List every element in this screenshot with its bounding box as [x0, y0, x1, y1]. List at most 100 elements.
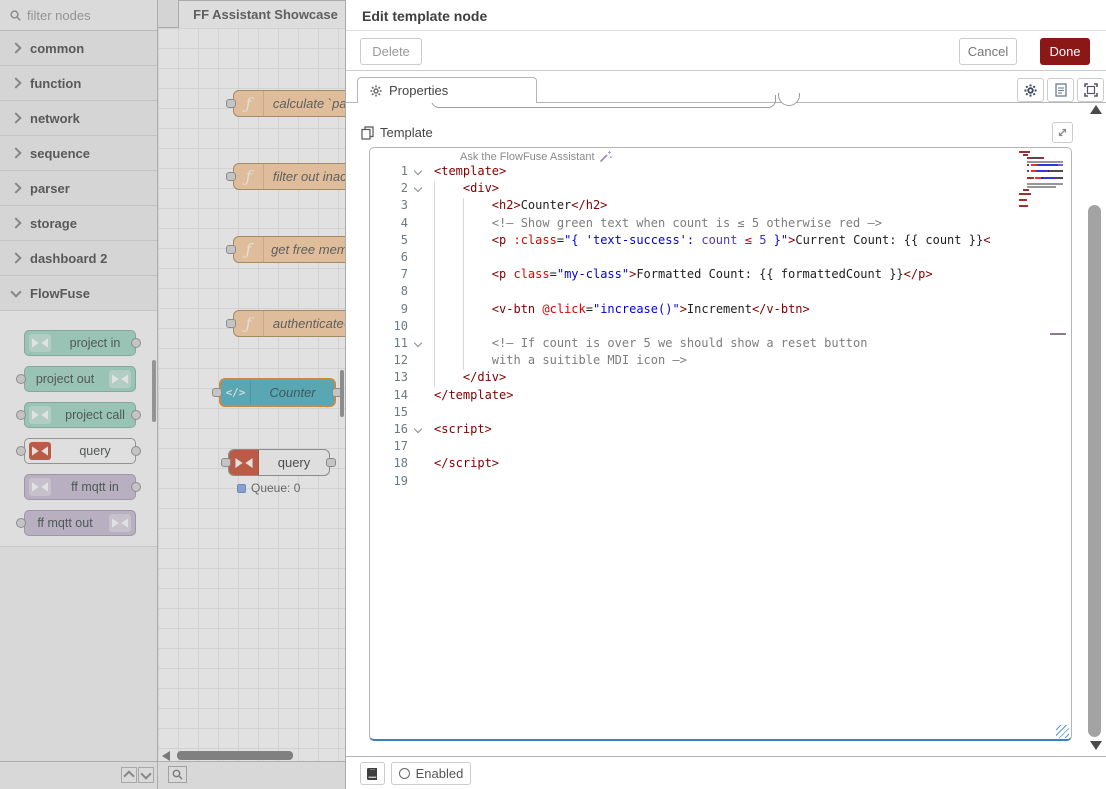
- palette-category-FlowFuse[interactable]: FlowFuse: [0, 276, 157, 311]
- workspace-vertical-scrollbar[interactable]: [340, 370, 344, 417]
- palette-category-common[interactable]: common: [0, 31, 157, 66]
- dialog-scrollbar[interactable]: [1088, 205, 1101, 737]
- node-input-port[interactable]: [16, 410, 26, 420]
- code-text: <!— If count is over 5 we should show a …: [434, 335, 867, 352]
- flow-tab[interactable]: FF Assistant Showcase: [178, 0, 345, 28]
- fold-chevron-icon[interactable]: [414, 339, 422, 347]
- palette-expand-all-button[interactable]: [138, 767, 154, 783]
- editor-expand-button[interactable]: [1052, 122, 1073, 143]
- line-number: 8: [370, 283, 408, 300]
- line-number: 10: [370, 318, 408, 335]
- node-input-port[interactable]: [226, 172, 236, 181]
- fold-chevron-icon[interactable]: [414, 425, 422, 433]
- node-output-port[interactable]: [131, 338, 141, 348]
- zoom-search-button[interactable]: [168, 766, 187, 783]
- flow-node-calculate-pay[interactable]: ƒcalculate `pay: [233, 90, 345, 117]
- node-input-port[interactable]: [16, 374, 26, 384]
- node-input-port[interactable]: [212, 388, 222, 397]
- node-output-port[interactable]: [131, 482, 141, 492]
- palette-category-sequence[interactable]: sequence: [0, 136, 157, 171]
- node-input-port[interactable]: [226, 245, 236, 254]
- delete-button[interactable]: Delete: [360, 38, 422, 65]
- palette-categories: common function networksequence parser stora…: [0, 31, 157, 311]
- node-label: query: [259, 455, 329, 470]
- node-output-port[interactable]: [326, 458, 336, 467]
- line-number: 4: [370, 215, 408, 232]
- palette-filter-input[interactable]: filter nodes: [0, 0, 157, 31]
- palette-category-function[interactable]: function: [0, 66, 157, 101]
- palette-category-parser[interactable]: parser: [0, 171, 157, 206]
- chevron-right-icon: [10, 217, 21, 228]
- palette-category-label: function: [30, 76, 81, 91]
- line-number: 9: [370, 301, 408, 318]
- palette-footer: [0, 761, 157, 789]
- editor-minimap[interactable]: [1019, 151, 1063, 213]
- code-line: 10: [370, 318, 1071, 335]
- palette-scrollbar[interactable]: [152, 360, 156, 422]
- tab-properties[interactable]: Properties: [357, 77, 537, 103]
- status-text: Queue: 0: [251, 481, 300, 495]
- code-text: <!— Show green text when count is ≤ 5 ot…: [434, 215, 882, 232]
- flow-node-filter-out-inacti[interactable]: ƒfilter out inacti: [233, 163, 345, 190]
- palette-node-ff-mqtt-out[interactable]: ff mqtt out: [24, 510, 136, 536]
- workspace-scroll-left-arrow[interactable]: [162, 751, 170, 761]
- code-line: 1<template>: [370, 163, 1071, 180]
- done-button[interactable]: Done: [1040, 38, 1090, 65]
- scrolled-form-toggle-remnant: [778, 93, 802, 108]
- palette-category-label: dashboard 2: [30, 251, 107, 266]
- dialog-scroll-down-arrow[interactable]: [1090, 741, 1102, 750]
- gear-icon: [370, 85, 382, 97]
- palette-category-label: common: [30, 41, 84, 56]
- node-appearance-button[interactable]: [1077, 78, 1104, 102]
- flow-node-get-free-memo[interactable]: ƒget free memo: [233, 236, 345, 263]
- node-output-port[interactable]: [131, 446, 141, 456]
- palette-collapse-all-button[interactable]: [121, 767, 137, 783]
- node-input-port[interactable]: [16, 518, 26, 528]
- flow-workspace[interactable]: FF Assistant Showcase ƒcalculate `pay ƒfi…: [158, 0, 345, 789]
- node-properties-button[interactable]: [1017, 78, 1044, 102]
- node-input-port[interactable]: [221, 458, 231, 467]
- flowfuse-logo-icon: [229, 450, 259, 475]
- line-number: 15: [370, 404, 408, 421]
- flowfuse-assistant-prompt[interactable]: Ask the FlowFuse Assistant: [460, 150, 612, 163]
- node-input-port[interactable]: [226, 319, 236, 328]
- editor-resize-handle[interactable]: [1056, 725, 1069, 738]
- palette-node-project-in[interactable]: project in: [24, 330, 136, 356]
- code-line: 7 <p class="my-class">Formatted Count: {…: [370, 266, 1071, 283]
- dialog-scroll-up-arrow[interactable]: [1090, 105, 1102, 114]
- flow-node-authenticateu[interactable]: ƒauthenticateU: [233, 310, 345, 337]
- palette-category-label: parser: [30, 181, 70, 196]
- palette-category-network[interactable]: network: [0, 101, 157, 136]
- overview-ruler-marker: [1050, 333, 1066, 335]
- fold-chevron-icon[interactable]: [414, 167, 422, 175]
- editor-background: filter nodes common function networksequen…: [0, 0, 345, 789]
- palette-category-storage[interactable]: storage: [0, 206, 157, 241]
- code-line: 8: [370, 283, 1071, 300]
- palette-category-dashboard-2[interactable]: dashboard 2: [0, 241, 157, 276]
- node-input-port[interactable]: [16, 446, 26, 456]
- template-code-editor[interactable]: Ask the FlowFuse Assistant 1<template>2 …: [369, 147, 1072, 741]
- flow-node-counter[interactable]: </>Counter: [219, 378, 336, 407]
- workspace-tab-bar: FF Assistant Showcase: [158, 0, 345, 28]
- line-number: 7: [370, 266, 408, 283]
- palette-node-label: query: [55, 444, 135, 458]
- palette-node-project-call[interactable]: project call: [24, 402, 136, 428]
- node-description-button[interactable]: [1047, 78, 1074, 102]
- line-number: 6: [370, 249, 408, 266]
- dialog-title: Edit template node: [362, 8, 487, 24]
- palette-node-ff-mqtt-in[interactable]: ff mqtt in: [24, 474, 136, 500]
- enabled-toggle-button[interactable]: Enabled: [391, 762, 471, 785]
- code-text: <template>: [434, 163, 506, 180]
- expand-arrow-icon: [1057, 127, 1068, 138]
- palette-node-query[interactable]: query: [24, 438, 136, 464]
- code-text: with a suitible MDI icon —>: [434, 352, 687, 369]
- node-output-port[interactable]: [131, 410, 141, 420]
- workspace-horizontal-scrollbar[interactable]: [177, 751, 293, 760]
- cancel-button[interactable]: Cancel: [959, 38, 1017, 65]
- fold-chevron-icon[interactable]: [414, 184, 422, 192]
- code-line: 18</script>: [370, 455, 1071, 472]
- node-input-port[interactable]: [226, 99, 236, 108]
- palette-node-project-out[interactable]: project out: [24, 366, 136, 392]
- docs-button[interactable]: [360, 762, 385, 785]
- flow-node-query[interactable]: query: [228, 449, 330, 476]
